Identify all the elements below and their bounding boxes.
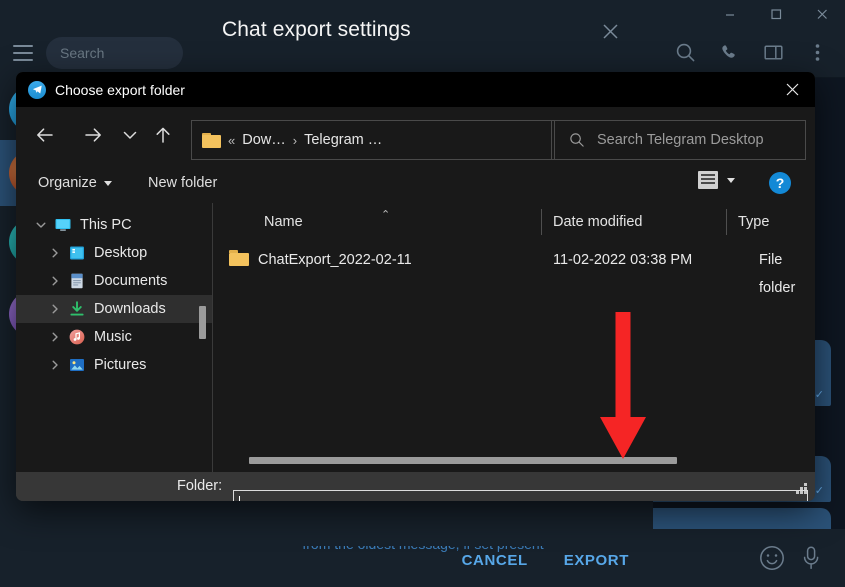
file-dialog-content: This PC Desktop Documents Downloads Musi… xyxy=(16,203,815,472)
close-button[interactable] xyxy=(799,0,845,28)
up-button[interactable] xyxy=(147,119,179,151)
page-title: Chat export settings xyxy=(222,18,411,41)
address-bar[interactable]: « Dow… › Telegram … xyxy=(191,120,552,160)
breadcrumb[interactable]: Dow… xyxy=(242,132,286,148)
search-placeholder: Search Telegram Desktop xyxy=(597,132,764,148)
file-dialog-title: Choose export folder xyxy=(55,81,185,98)
tree-item-documents[interactable]: Documents xyxy=(16,267,212,295)
down-arrow-annotation xyxy=(594,312,652,460)
tree-scrollbar-thumb[interactable] xyxy=(199,306,206,339)
cancel-button[interactable]: CANCEL xyxy=(462,552,528,569)
telegram-icon xyxy=(28,80,46,99)
chevron-right-icon[interactable] xyxy=(42,303,68,315)
export-dialog-header: Chat export settings xyxy=(193,0,653,62)
new-folder-button[interactable]: New folder xyxy=(148,171,217,195)
search-input[interactable]: Search xyxy=(46,37,183,69)
file-list-header: Name ⌃ Date modified Type xyxy=(213,203,815,240)
folder-field-label: Folder: xyxy=(177,478,223,494)
close-icon[interactable] xyxy=(597,18,623,44)
chevron-down-icon xyxy=(727,177,735,183)
chevron-right-icon[interactable] xyxy=(42,359,68,371)
window-controls xyxy=(707,0,845,28)
file-dialog-toolbar: Organize New folder ? xyxy=(16,162,815,203)
chevron-right-icon[interactable] xyxy=(42,247,68,259)
chevron-right-icon[interactable] xyxy=(42,275,68,287)
emoji-icon[interactable] xyxy=(759,545,785,571)
forward-button[interactable] xyxy=(77,119,109,151)
export-button[interactable]: EXPORT xyxy=(564,552,629,569)
phone-icon[interactable] xyxy=(709,33,749,73)
column-header-type[interactable]: Type xyxy=(727,203,769,240)
text-caret xyxy=(239,496,240,501)
tree-item-label: Desktop xyxy=(94,245,148,261)
organize-label: Organize xyxy=(38,175,97,191)
file-dialog-titlebar: Choose export folder xyxy=(16,72,815,107)
maximize-button[interactable] xyxy=(753,0,799,28)
breadcrumb-separator: › xyxy=(292,132,298,148)
search-icon[interactable] xyxy=(665,33,705,73)
folder-input[interactable] xyxy=(233,490,808,501)
cell-name: ChatExport_2022-02-11 xyxy=(258,252,412,268)
file-dialog-navbar: « Dow… › Telegram … Search Telegram Desk… xyxy=(16,107,815,162)
folder-icon xyxy=(202,132,221,148)
help-button[interactable]: ? xyxy=(769,172,791,194)
monitor-icon xyxy=(54,216,72,234)
file-list: Name ⌃ Date modified Type ChatExport_202… xyxy=(213,203,815,472)
organize-button[interactable]: Organize xyxy=(38,171,112,195)
search-icon xyxy=(569,132,585,148)
help-label: ? xyxy=(775,175,785,191)
search-input[interactable]: Search Telegram Desktop xyxy=(554,120,806,160)
new-folder-label: New folder xyxy=(148,175,218,191)
tree-item-this-pc[interactable]: This PC xyxy=(16,211,212,239)
tree-item-label: Music xyxy=(94,329,132,345)
file-list-horizontal-scrollbar[interactable] xyxy=(213,454,799,466)
music-icon xyxy=(68,328,86,346)
list-view-icon xyxy=(698,171,718,189)
choose-export-folder-dialog: Choose export folder « Dow… › Telegram …… xyxy=(16,72,815,501)
cell-type: File folder xyxy=(759,252,796,296)
documents-icon xyxy=(68,272,86,290)
tree-item-music[interactable]: Music xyxy=(16,323,212,351)
chevron-down-icon[interactable] xyxy=(28,219,54,231)
cell-date-modified: 11-02-2022 03:38 PM xyxy=(553,252,693,268)
table-row[interactable]: ChatExport_2022-02-11 11-02-2022 03:38 P… xyxy=(213,246,815,296)
tree-item-label: Pictures xyxy=(94,357,147,373)
microphone-icon[interactable] xyxy=(799,545,823,571)
tree-item-desktop[interactable]: Desktop xyxy=(16,239,212,267)
more-vertical-icon[interactable] xyxy=(797,33,837,73)
search-placeholder: Search xyxy=(60,45,105,61)
navigation-tree: This PC Desktop Documents Downloads Musi… xyxy=(16,203,212,472)
chevron-right-icon[interactable] xyxy=(42,331,68,343)
pictures-icon xyxy=(68,356,86,374)
chevron-down-icon xyxy=(103,180,112,186)
screen: Search Chat export settings CANCEL EXPOR… xyxy=(0,0,845,587)
export-dialog-actions: CANCEL EXPORT xyxy=(462,552,629,569)
desktop-icon xyxy=(68,244,86,262)
minimize-button[interactable] xyxy=(707,0,753,28)
folder-icon xyxy=(229,250,249,266)
sort-ascending-icon: ⌃ xyxy=(381,209,391,221)
tree-item-downloads[interactable]: Downloads xyxy=(16,295,212,323)
hamburger-menu-icon[interactable] xyxy=(10,40,36,66)
sidebar-top-bar: Search xyxy=(0,28,193,78)
back-button[interactable] xyxy=(29,119,61,151)
close-icon[interactable] xyxy=(769,72,815,107)
recent-locations-button[interactable] xyxy=(114,119,146,151)
breadcrumb-overflow[interactable]: « xyxy=(228,133,235,148)
panel-icon[interactable] xyxy=(753,33,793,73)
view-options-button[interactable] xyxy=(698,171,735,189)
tree-item-label: This PC xyxy=(80,217,132,233)
column-header-name[interactable]: Name xyxy=(253,203,303,240)
tree-item-label: Downloads xyxy=(94,301,166,317)
breadcrumb[interactable]: Telegram … xyxy=(304,132,382,148)
downloads-icon xyxy=(68,300,86,318)
tree-item-pictures[interactable]: Pictures xyxy=(16,351,212,379)
column-header-date-modified[interactable]: Date modified xyxy=(542,203,642,240)
resize-grip-icon[interactable] xyxy=(796,483,808,495)
tree-item-label: Documents xyxy=(94,273,168,289)
